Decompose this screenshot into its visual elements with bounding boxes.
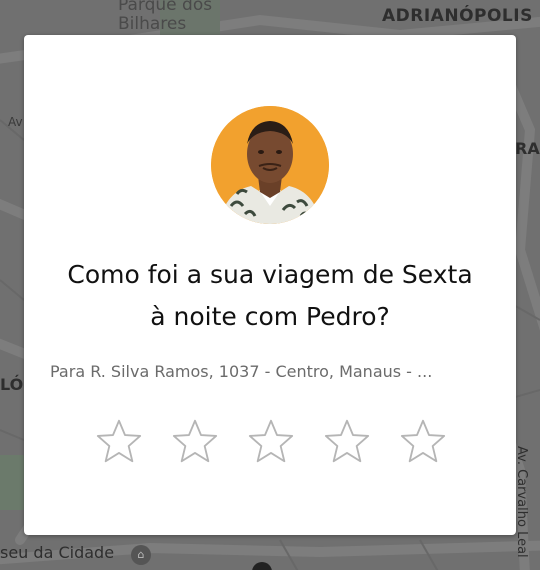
map-label-carvalho-leal: Av. Carvalho Leal [514, 446, 529, 558]
map-label-adrianopolis: ADRIANÓPOLIS [382, 6, 533, 26]
trip-rating-card: Como foi a sua viagem de Sexta à noite c… [24, 35, 516, 535]
driver-photo [211, 106, 329, 224]
rating-question: Como foi a sua viagem de Sexta à noite c… [24, 254, 516, 338]
map-label-museu: seu da Cidade [0, 543, 115, 562]
star-3-button[interactable] [248, 418, 294, 464]
star-4-button[interactable] [324, 418, 370, 464]
trip-destination: Para R. Silva Ramos, 1037 - Centro, Mana… [50, 362, 433, 381]
star-2-button[interactable] [172, 418, 218, 464]
map-label-lo: LÓ [0, 375, 24, 394]
driver-avatar [211, 106, 329, 224]
rating-question-line-1: Como foi a sua viagem de Sexta [67, 260, 473, 289]
rating-question-line-2: à noite com Pedro? [150, 302, 390, 331]
star-rating[interactable] [96, 418, 446, 468]
map-label-parque: Parque dos Bilhares [118, 0, 213, 34]
star-1-button[interactable] [96, 418, 142, 464]
map-label-av: Av [8, 115, 23, 129]
museum-icon[interactable]: ⌂ [131, 545, 151, 565]
map-label-ra: RA [515, 139, 540, 158]
star-5-button[interactable] [400, 418, 446, 464]
